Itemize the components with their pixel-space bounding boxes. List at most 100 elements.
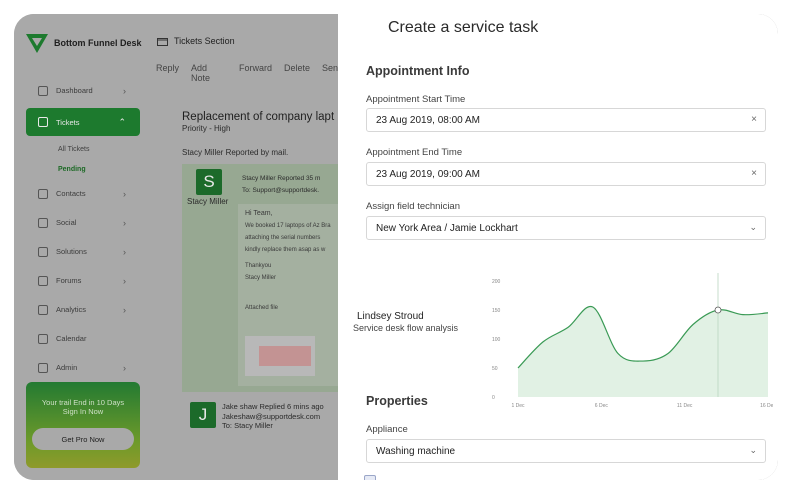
sidebar-item-label: Forums xyxy=(56,276,82,285)
checkbox[interactable] xyxy=(364,475,376,480)
chevron-down-icon: ⌄ xyxy=(749,445,757,455)
x-tick-label: 16 Dec xyxy=(760,403,773,409)
technician-label: Assign field technician xyxy=(366,201,460,212)
sidebar-subitem-pending[interactable]: Pending xyxy=(26,159,140,179)
chart-point-marker xyxy=(714,306,722,314)
start-time-value: 23 Aug 2019, 08:00 AM xyxy=(376,114,480,126)
ticket-message: S Stacy Miller Stacy Miller Reported 35 … xyxy=(182,164,342,392)
ticket-section-icon xyxy=(157,37,168,46)
chevron-right-icon: › xyxy=(123,246,126,257)
y-tick-label: 150 xyxy=(492,308,501,314)
helpdesk-app: Bottom Funnel Desk Tickets Section Reply… xyxy=(14,14,342,480)
appliance-label: Appliance xyxy=(366,424,408,435)
sender-name: Stacy Miller xyxy=(187,197,229,206)
ticket-priority: Priority - High xyxy=(182,124,231,133)
chevron-right-icon: › xyxy=(123,304,126,315)
tickets-icon xyxy=(38,117,48,127)
appliance-select[interactable]: Washing machine ⌄ xyxy=(366,439,766,463)
end-time-label: Appointment End Time xyxy=(366,147,463,158)
y-tick-label: 0 xyxy=(492,395,495,401)
social-icon xyxy=(38,217,48,228)
service-task-panel: Create a service task Appointment Info A… xyxy=(338,14,778,480)
y-tick-label: 50 xyxy=(492,366,498,372)
delete-button[interactable]: Delete xyxy=(284,63,310,83)
sidebar-item-tickets[interactable]: Tickets ⌃ xyxy=(26,108,140,136)
get-pro-button[interactable]: Get Pro Now xyxy=(32,428,134,450)
appointment-section-title: Appointment Info xyxy=(366,64,470,78)
message-greeting: Hi Team, xyxy=(245,210,273,217)
message-line: We booked 17 laptops of Az Bra xyxy=(245,223,331,229)
section-title: Tickets Section xyxy=(174,36,235,46)
send-button[interactable]: Sen xyxy=(322,63,338,83)
sidebar-item-social[interactable]: Social › xyxy=(26,208,140,237)
add-note-button[interactable]: Add Note xyxy=(191,63,227,83)
brand[interactable]: Bottom Funnel Desk xyxy=(26,32,142,54)
trial-signin-text: Sign In Now xyxy=(62,407,104,416)
clear-icon[interactable]: × xyxy=(751,168,757,179)
ticket-actions-bar: Reply Add Note Forward Delete Sen xyxy=(156,63,338,83)
sidebar-item-label: Dashboard xyxy=(56,86,93,95)
sidebar-item-forums[interactable]: Forums › xyxy=(26,266,140,295)
chevron-right-icon: › xyxy=(123,217,126,228)
sidebar-item-label: Admin xyxy=(56,363,78,372)
chevron-right-icon: › xyxy=(123,362,126,373)
clear-icon[interactable]: × xyxy=(751,114,757,125)
forward-button[interactable]: Forward xyxy=(239,63,272,83)
sidebar-item-dashboard[interactable]: Dashboard › xyxy=(26,76,140,105)
message-body: Hi Team, We booked 17 laptops of Az Bra … xyxy=(238,204,342,386)
sidebar-item-label: Social xyxy=(56,218,77,227)
start-time-field[interactable]: 23 Aug 2019, 08:00 AM × xyxy=(366,108,766,132)
trial-text: Your trail End in 10 Days xyxy=(41,398,125,407)
solutions-icon xyxy=(38,246,48,257)
reply-email: Jakeshaw@supportdesk.com xyxy=(222,411,321,421)
technician-select[interactable]: New York Area / Jamie Lockhart ⌄ xyxy=(366,216,766,240)
end-time-value: 23 Aug 2019, 09:00 AM xyxy=(376,168,480,180)
message-line: kindly replace them asap as w xyxy=(245,247,326,253)
properties-section-title: Properties xyxy=(366,394,428,408)
checkbox-row[interactable] xyxy=(364,475,376,480)
sidebar-subitem-all-tickets[interactable]: All Tickets xyxy=(26,139,140,159)
chevron-right-icon: › xyxy=(123,275,126,286)
message-to: To: Support@supportdesk. xyxy=(242,187,320,194)
attached-file-label: Attached file xyxy=(245,305,279,311)
panel-title: Create a service task xyxy=(388,19,539,36)
sidebar-item-analytics[interactable]: Analytics › xyxy=(26,295,140,324)
sidebar-item-contacts[interactable]: Contacts › xyxy=(26,179,140,208)
ticket-header: Replacement of company lapt Priority - H… xyxy=(182,111,342,133)
appliance-value: Washing machine xyxy=(376,445,456,457)
chevron-right-icon: › xyxy=(123,188,126,199)
chevron-right-icon: › xyxy=(123,85,126,96)
y-tick-label: 200 xyxy=(492,279,501,285)
sidebar-item-label: Contacts xyxy=(56,189,86,198)
person-name: Lindsey Stroud xyxy=(357,311,424,322)
brand-logo-icon xyxy=(26,32,48,54)
section-header: Tickets Section xyxy=(157,36,235,46)
chart-area-fill xyxy=(518,306,768,397)
sidebar-item-label: Calendar xyxy=(56,334,87,343)
message-signature: Stacy Miller xyxy=(245,275,277,281)
screenshot-frame: Bottom Funnel Desk Tickets Section Reply… xyxy=(14,14,778,480)
sidebar-item-solutions[interactable]: Solutions › xyxy=(26,237,140,266)
x-tick-label: 6 Dec xyxy=(595,403,609,409)
ticket-title: Replacement of company lapt xyxy=(182,111,335,123)
message-header: Stacy Miller Reported 35 m To: Support@s… xyxy=(242,173,320,197)
avatar: J xyxy=(190,402,216,428)
sidebar-item-label: Analytics xyxy=(56,305,87,314)
analytics-icon xyxy=(38,304,48,315)
flow-chart: 200 150 100 50 0 1 Dec 6 Dec 11 Dec 16 Dec xyxy=(492,273,773,409)
reply-button[interactable]: Reply xyxy=(156,63,179,83)
trial-card: Your trail End in 10 Days Sign In Now Ge… xyxy=(26,382,140,468)
forums-icon xyxy=(38,275,48,286)
sidebar-item-admin[interactable]: Admin › xyxy=(26,353,140,382)
message-meta: Stacy Miller Reported 35 m xyxy=(242,175,321,182)
message-thanks: Thankyou xyxy=(245,263,272,269)
attachment-thumbnail[interactable] xyxy=(245,336,315,376)
chevron-down-icon: ⌄ xyxy=(749,222,757,232)
sidebar-item-label: Tickets xyxy=(56,117,80,127)
x-tick-label: 11 Dec xyxy=(677,403,693,409)
reply-meta: Jake shaw Replied 6 mins ago Jakeshaw@su… xyxy=(222,402,324,431)
sidebar-item-calendar[interactable]: Calendar xyxy=(26,324,140,353)
chevron-up-icon: ⌃ xyxy=(118,116,126,127)
person-subtitle: Service desk flow analysis xyxy=(353,323,459,333)
end-time-field[interactable]: 23 Aug 2019, 09:00 AM × xyxy=(366,162,766,186)
